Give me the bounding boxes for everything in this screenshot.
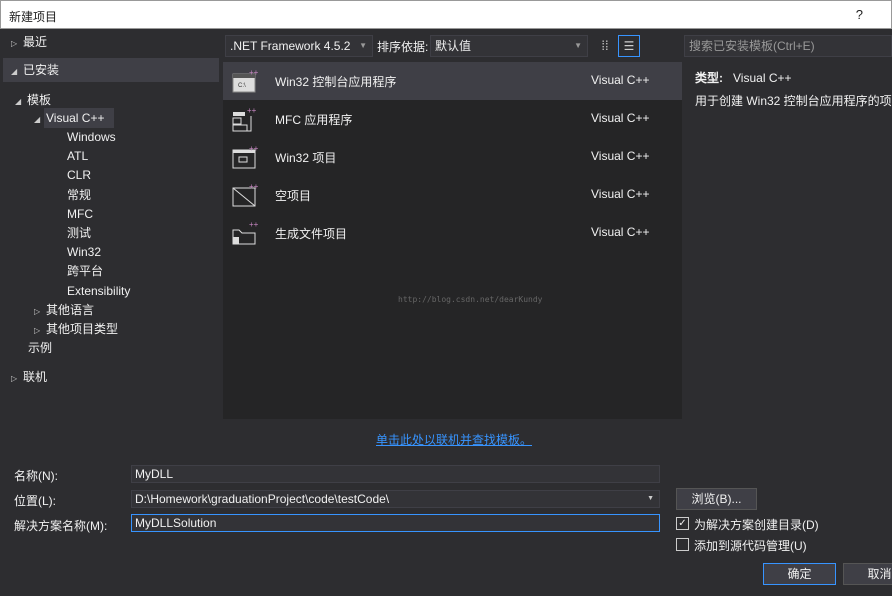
sort-dropdown[interactable]: 默认值 ▼ <box>430 35 588 57</box>
tree-item[interactable]: ATL <box>67 146 88 166</box>
tree-item[interactable]: 测试 <box>67 223 91 243</box>
template-item[interactable]: ++ 空项目 Visual C++ <box>223 176 682 214</box>
type-label: 类型: <box>695 71 723 85</box>
console-app-icon: C:\++ <box>232 68 259 93</box>
template-item[interactable]: ++ MFC 应用程序 Visual C++ <box>223 100 682 138</box>
name-label: 名称(N): <box>14 469 58 483</box>
svg-text:++: ++ <box>249 182 259 191</box>
template-language: Visual C++ <box>591 187 650 201</box>
expand-arrow-icon: ▷ <box>11 374 18 383</box>
sort-label: 排序依据: <box>377 40 429 54</box>
tree-label: 最近 <box>23 35 48 49</box>
empty-project-icon: ++ <box>232 182 259 207</box>
svg-text:++: ++ <box>249 220 259 229</box>
tree-label: Visual C++ <box>46 111 105 125</box>
tree-item[interactable]: Extensibility <box>67 281 130 301</box>
tree-label: 其他项目类型 <box>46 322 119 336</box>
tree-item[interactable]: Windows <box>67 127 116 147</box>
title-bar: 新建项目 ? <box>0 0 892 29</box>
template-name: Win32 项目 <box>275 151 337 165</box>
help-button[interactable]: ? <box>856 7 863 22</box>
svg-text:++: ++ <box>249 144 259 153</box>
dialog-title: 新建项目 <box>9 10 58 24</box>
tree-item-samples[interactable]: 示例 <box>28 338 52 358</box>
template-name: MFC 应用程序 <box>275 113 353 127</box>
online-templates-link[interactable]: 单击此处以联机并查找模板。 <box>376 431 532 448</box>
svg-text:C:\: C:\ <box>238 83 246 89</box>
svg-text:++: ++ <box>249 68 259 77</box>
template-language: Visual C++ <box>591 225 650 239</box>
list-view-button[interactable]: ☰ <box>618 35 640 57</box>
framework-dropdown[interactable]: .NET Framework 4.5.2 ▼ <box>225 35 373 57</box>
solution-name-input[interactable]: MyDLLSolution <box>131 514 660 532</box>
type-value: Visual C++ <box>733 71 792 85</box>
tree-label: 联机 <box>23 370 48 384</box>
mfc-app-icon: ++ <box>232 106 257 132</box>
template-language: Visual C++ <box>591 149 650 163</box>
template-details: 类型: Visual C++ 用于创建 Win32 控制台应用程序的项目 <box>684 62 892 419</box>
name-input[interactable]: MyDLL <box>131 465 660 483</box>
template-tree: ▷ 最近 ◢ 已安装 ◢ 模板 ◢ Visual C++ Windows ATL CLR… <box>3 29 219 419</box>
template-description: 用于创建 Win32 控制台应用程序的项目 <box>695 94 892 108</box>
location-label: 位置(L): <box>14 494 57 508</box>
tree-item-online[interactable]: ▷ 联机 <box>11 367 47 387</box>
template-language: Visual C++ <box>591 111 650 125</box>
makefile-project-icon: ++ <box>232 220 259 245</box>
chevron-down-icon: ▼ <box>574 41 582 50</box>
add-source-control-checkbox[interactable] <box>676 538 689 551</box>
solution-name-label: 解决方案名称(M): <box>14 519 108 533</box>
create-directory-checkbox[interactable]: ✓ <box>676 517 689 530</box>
tree-item[interactable]: 常规 <box>67 185 91 205</box>
location-value: D:\Homework\graduationProject\code\testC… <box>135 492 390 506</box>
tree-item[interactable]: CLR <box>67 165 91 185</box>
create-directory-label: 为解决方案创建目录(D) <box>694 518 819 532</box>
svg-text:++: ++ <box>247 106 257 115</box>
collapse-arrow-icon: ◢ <box>34 115 41 124</box>
ok-button[interactable]: 确定 <box>763 563 836 585</box>
template-item[interactable]: ++ Win32 项目 Visual C++ <box>223 138 682 176</box>
template-toolbar: .NET Framework 4.5.2 ▼ 排序依据: 默认值 ▼ ⁞⁞ ☰ <box>225 35 680 57</box>
tree-item-visual-cpp[interactable]: ◢ Visual C++ <box>34 108 104 128</box>
tree-item-recent[interactable]: ▷ 最近 <box>11 32 47 52</box>
tree-item-installed[interactable]: ◢ 已安装 <box>11 60 59 80</box>
small-icons-view-button[interactable]: ⁞⁞ <box>596 37 614 55</box>
chevron-down-icon: ▼ <box>359 41 367 50</box>
framework-value: .NET Framework 4.5.2 <box>230 39 351 53</box>
search-input[interactable]: 搜索已安装模板(Ctrl+E) <box>684 35 892 57</box>
template-name: 空项目 <box>275 189 312 203</box>
cancel-button[interactable]: 取消 <box>843 563 892 585</box>
collapse-arrow-icon: ◢ <box>15 97 22 106</box>
tree-label: 模板 <box>27 93 52 107</box>
tree-label: 已安装 <box>23 63 60 77</box>
tree-item-other-languages[interactable]: ▷ 其他语言 <box>34 300 94 320</box>
chevron-down-icon: ▼ <box>647 495 654 502</box>
expand-arrow-icon: ▷ <box>11 39 18 48</box>
tree-item-other-project-types[interactable]: ▷ 其他项目类型 <box>34 319 118 339</box>
tree-item[interactable]: 跨平台 <box>67 261 103 281</box>
location-combobox[interactable]: D:\Homework\graduationProject\code\testC… <box>131 490 660 508</box>
watermark: http://blog.csdn.net/dearKundy <box>398 295 543 304</box>
template-name: 生成文件项目 <box>275 227 348 241</box>
tree-item[interactable]: Win32 <box>67 242 101 262</box>
tree-item-templates[interactable]: ◢ 模板 <box>15 90 51 110</box>
collapse-arrow-icon: ◢ <box>11 67 18 76</box>
sort-value: 默认值 <box>435 39 472 53</box>
template-list: C:\ ++ Win32 控制台应用程序 Visual C++ ++ MFC 应用… <box>223 62 682 419</box>
template-language: Visual C++ <box>591 73 650 87</box>
template-item[interactable]: C:\ ++ Win32 控制台应用程序 Visual C++ <box>223 62 682 100</box>
tree-label: 其他语言 <box>46 303 95 317</box>
browse-button[interactable]: 浏览(B)... <box>676 488 757 510</box>
win32-project-icon: ++ <box>232 144 259 169</box>
template-item[interactable]: ++ 生成文件项目 Visual C++ <box>223 214 682 252</box>
add-source-control-label: 添加到源代码管理(U) <box>694 539 807 553</box>
template-name: Win32 控制台应用程序 <box>275 75 397 89</box>
tree-item[interactable]: MFC <box>67 204 93 224</box>
